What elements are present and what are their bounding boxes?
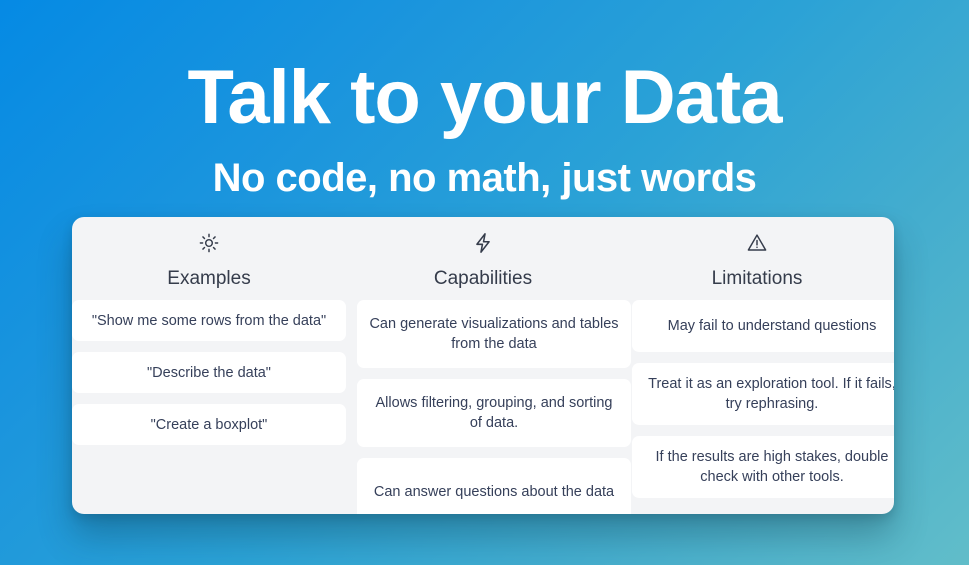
limitation-card[interactable]: May fail to understand questions bbox=[632, 300, 894, 352]
page-subtitle: No code, no math, just words bbox=[212, 156, 757, 200]
warning-triangle-icon bbox=[620, 228, 894, 258]
column-examples: Examples "Show me some rows from the dat… bbox=[72, 217, 346, 514]
limitation-card[interactable]: Treat it as an exploration tool. If it f… bbox=[632, 363, 894, 425]
card-list-limitations: May fail to understand questions Treat i… bbox=[620, 300, 894, 509]
column-header-limitations: Limitations bbox=[620, 217, 894, 291]
capability-card[interactable]: Can answer questions about the data bbox=[357, 458, 631, 514]
capability-card[interactable]: Allows filtering, grouping, and sorting … bbox=[357, 379, 631, 447]
example-card[interactable]: "Show me some rows from the data" bbox=[72, 300, 346, 341]
column-header-capabilities: Capabilities bbox=[346, 217, 620, 291]
column-title-capabilities: Capabilities bbox=[433, 268, 533, 289]
panel-columns: Examples "Show me some rows from the dat… bbox=[72, 217, 894, 514]
example-card[interactable]: "Create a boxplot" bbox=[72, 404, 346, 445]
example-card[interactable]: "Describe the data" bbox=[72, 352, 346, 393]
capability-card[interactable]: Can generate visualizations and tables f… bbox=[357, 300, 631, 368]
card-list-capabilities: Can generate visualizations and tables f… bbox=[346, 300, 637, 514]
info-panel: Examples "Show me some rows from the dat… bbox=[72, 217, 894, 514]
column-title-limitations: Limitations bbox=[711, 268, 803, 289]
column-capabilities: Capabilities Can generate visualizations… bbox=[346, 217, 631, 514]
column-header-examples: Examples bbox=[72, 217, 346, 291]
limitation-card[interactable]: If the results are high stakes, double c… bbox=[632, 436, 894, 498]
column-title-examples: Examples bbox=[167, 268, 251, 289]
page-title: Talk to your Data bbox=[187, 55, 783, 140]
lightning-bolt-icon bbox=[346, 228, 620, 258]
sun-icon bbox=[72, 228, 346, 258]
hero-section: Talk to your Data No code, no math, just… bbox=[0, 0, 969, 202]
column-limitations: Limitations May fail to understand quest… bbox=[620, 217, 894, 514]
card-list-examples: "Show me some rows from the data" "Descr… bbox=[72, 300, 352, 456]
